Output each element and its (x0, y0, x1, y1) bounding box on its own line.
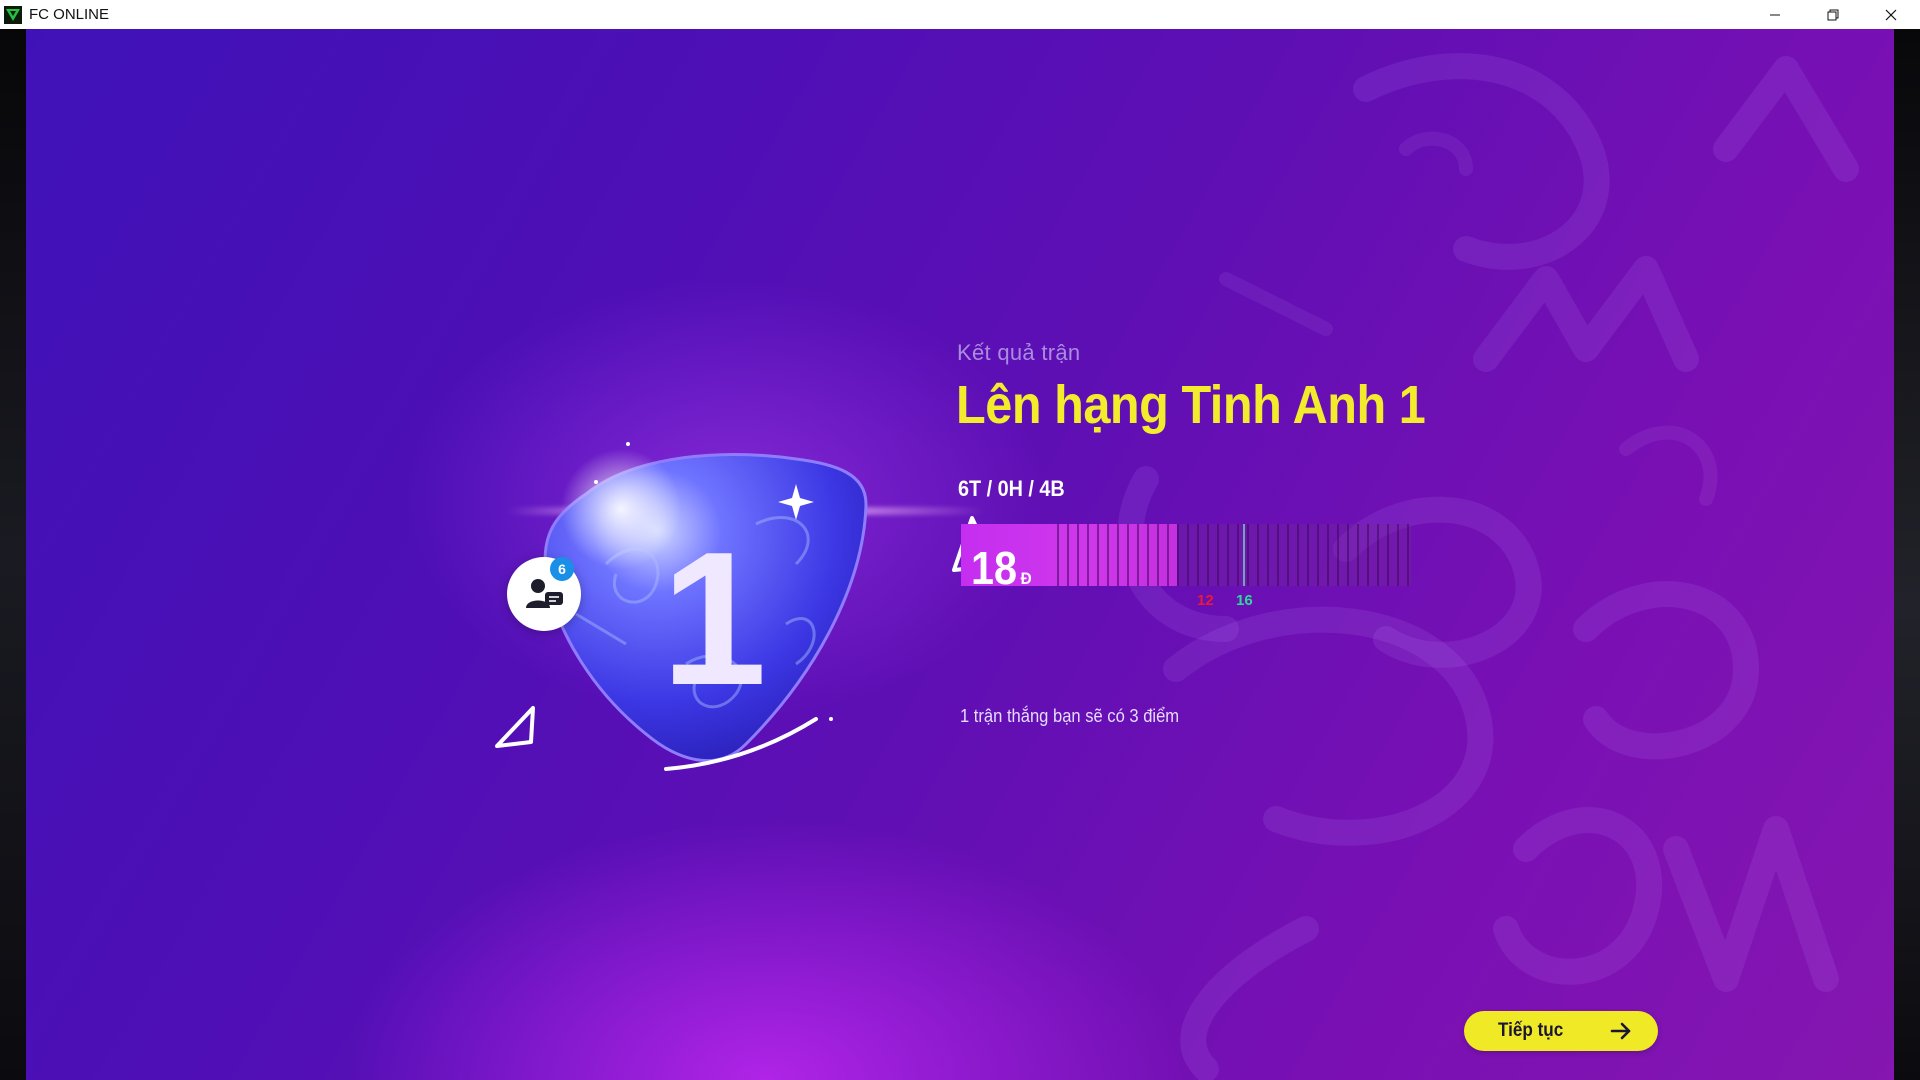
progress-tick (1227, 524, 1229, 586)
window-title: FC ONLINE (29, 6, 110, 23)
minimize-button[interactable] (1746, 0, 1804, 29)
progress-tick (1167, 524, 1169, 586)
progress-marker-label: 12 (1197, 592, 1214, 609)
progress-tick (1117, 524, 1119, 586)
progress-tick (1157, 524, 1159, 586)
progress-tick (1147, 524, 1149, 586)
close-button[interactable] (1862, 0, 1920, 29)
continue-button[interactable]: Tiếp tục (1464, 1011, 1658, 1051)
points-hint: 1 trận thắng bạn sẽ có 3 điểm (960, 706, 1180, 726)
close-icon (1885, 9, 1897, 20)
progress-tick (1057, 524, 1059, 586)
progress-tick (1377, 524, 1379, 586)
decorative-triangle (495, 706, 535, 748)
progress-tick (1177, 524, 1179, 586)
progress-tick (1297, 524, 1299, 586)
restore-icon (1827, 9, 1839, 20)
progress-tick (1247, 524, 1249, 586)
progress-tick (1077, 524, 1079, 586)
chat-unread-badge: 6 (550, 557, 574, 581)
points-display: 18 Đ (971, 541, 1032, 595)
fc-online-logo-icon (4, 5, 22, 24)
arrow-right-icon (1610, 1022, 1631, 1040)
progress-tick (1197, 524, 1199, 586)
friends-chat-icon (526, 579, 563, 608)
progress-tick (1327, 524, 1329, 586)
match-record: 6T / 0H / 4B (958, 476, 1065, 501)
continue-label: Tiếp tục (1498, 1020, 1564, 1041)
rank-numeral: 1 (661, 513, 767, 725)
progress-tick (1357, 524, 1359, 586)
progress-tick (1407, 524, 1409, 586)
progress-tick (1337, 524, 1339, 586)
progress-marker-label: 16 (1236, 592, 1253, 609)
progress-marker-line (1243, 524, 1245, 586)
progress-tick (1347, 524, 1349, 586)
points-value: 18 (971, 542, 1018, 594)
progress-tick (1237, 524, 1239, 586)
progress-ticks (1057, 524, 1411, 586)
points-unit: Đ (1020, 569, 1032, 588)
progress-tick (1267, 524, 1269, 586)
match-result-screen: 1 6 Kết quả trận Lên hạng Tinh Anh 1 6T … (26, 29, 1894, 1080)
progress-tick (1277, 524, 1279, 586)
progress-tick (1107, 524, 1109, 586)
progress-tick (1137, 524, 1139, 586)
progress-tick (1397, 524, 1399, 586)
progress-tick (1307, 524, 1309, 586)
progress-tick (1367, 524, 1369, 586)
progress-tick (1127, 524, 1129, 586)
restore-button[interactable] (1804, 0, 1862, 29)
progress-tick (1097, 524, 1099, 586)
window-controls (1746, 0, 1920, 29)
minimize-icon (1770, 14, 1780, 15)
result-label: Kết quả trận (957, 340, 1081, 365)
progress-tick (1217, 524, 1219, 586)
result-title: Lên hạng Tinh Anh 1 (956, 375, 1426, 435)
progress-tick (1287, 524, 1289, 586)
progress-tick (1087, 524, 1089, 586)
window-titlebar: FC ONLINE (0, 0, 1920, 29)
progress-tick (1067, 524, 1069, 586)
progress-tick (1257, 524, 1259, 586)
right-border (1894, 29, 1920, 1080)
progress-tick (1387, 524, 1389, 586)
progress-tick (1207, 524, 1209, 586)
left-border (0, 29, 26, 1080)
progress-tick (1187, 524, 1189, 586)
progress-tick (1317, 524, 1319, 586)
